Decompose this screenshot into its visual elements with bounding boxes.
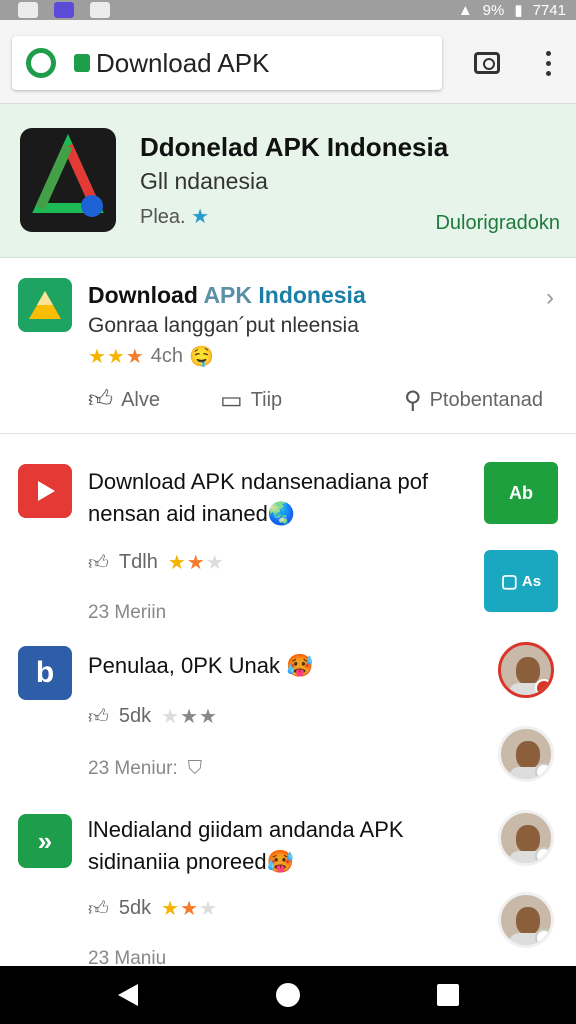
- back-icon[interactable]: [118, 984, 138, 1006]
- lock-icon: [74, 54, 90, 72]
- tile-label: Ab: [509, 482, 533, 503]
- hero-rating-text: Plea.: [140, 206, 186, 228]
- star-icon: ★: [191, 206, 210, 228]
- item-title: lNedialand giidam andanda APK sidinaniia…: [88, 817, 404, 874]
- featured-rating: ★★★ 4ch 🤤: [88, 344, 214, 369]
- thumbs-up-icon: 👍︎: [88, 386, 114, 413]
- featured-title-part3: Indonesia: [258, 282, 366, 308]
- avatar[interactable]: [498, 642, 554, 698]
- hero-card[interactable]: Ddonelad APK Indonesia Gll ndanesia Plea…: [0, 104, 576, 258]
- item-likes: Tdlh: [118, 551, 158, 573]
- item-likes: 5dk: [118, 897, 152, 919]
- tile-label: As: [521, 572, 542, 590]
- hero-rating: Plea. ★: [140, 204, 209, 229]
- double-chevron-icon: »: [37, 825, 53, 856]
- chat-tile-button[interactable]: ▢ As: [484, 550, 558, 612]
- battery-percent: 9%: [482, 1, 505, 19]
- avatar[interactable]: [498, 726, 554, 782]
- app-logo: [20, 128, 116, 232]
- emoji-icon: 🤤: [189, 346, 214, 368]
- url-text: Download APK: [96, 47, 270, 78]
- featured-title: Download APK Indonesia: [88, 282, 366, 309]
- item-meta: 👍︎ 5dk ★★★: [88, 704, 218, 729]
- battery-icon: ▮: [514, 2, 523, 19]
- signal-icon: ▲: [457, 1, 473, 19]
- hero-subtitle: Gll ndanesia: [140, 168, 268, 194]
- menu-button[interactable]: [531, 46, 565, 80]
- avatar[interactable]: [498, 892, 554, 948]
- app-notification-icon: [54, 2, 74, 18]
- status-bar: ▲ 9% ▮ 7741: [0, 0, 576, 20]
- camera-button[interactable]: [470, 46, 504, 80]
- thumbs-up-icon: 👍︎: [88, 705, 109, 728]
- featured-description: Gonraa langgan´put nleensia: [88, 314, 359, 337]
- share-action[interactable]: ⚲ Ptobentanad: [404, 386, 543, 415]
- avatar-face: [516, 657, 540, 685]
- like-action[interactable]: 👍︎ Alve: [88, 386, 160, 414]
- item-date-text: 23 Meniur:: [88, 758, 178, 779]
- item-title: Penulaa, 0PK Unak 🥵: [88, 653, 314, 678]
- verified-badge-icon: [535, 679, 551, 695]
- item-meta: 👍︎ 5dk ★★★: [88, 896, 218, 921]
- browser-toolbar: Download APK: [0, 20, 576, 104]
- arrow-app-icon: »: [18, 814, 72, 868]
- badge-icon: [535, 929, 551, 945]
- rating-stars: ★★★: [161, 898, 218, 920]
- like-label: Alve: [121, 388, 160, 411]
- comment-label: Tiip: [250, 389, 283, 411]
- shield-icon: ⛉: [187, 758, 203, 779]
- android-icon: [90, 2, 110, 18]
- drive-app-icon: [18, 278, 72, 332]
- pin-icon: ⚲: [404, 387, 422, 414]
- b-letter-icon: b: [35, 656, 55, 689]
- avatar-face: [516, 741, 540, 769]
- badge-icon: [535, 847, 551, 863]
- chevron-right-icon[interactable]: ›: [546, 284, 554, 312]
- rating-stars: ★★★: [88, 346, 145, 368]
- clock: 7741: [532, 1, 566, 19]
- notification-icon: [18, 2, 38, 18]
- rating-stars: ★★★: [167, 552, 225, 574]
- google-icon: [26, 48, 56, 78]
- item-date: 23 Meniur: ⛉: [88, 758, 202, 780]
- item-date: 23 Meriin: [88, 602, 167, 623]
- avatar[interactable]: [498, 810, 554, 866]
- thumbs-up-icon: 👍︎: [88, 551, 109, 574]
- system-nav-bar: [0, 966, 576, 1024]
- chat-icon: ▢: [500, 570, 518, 591]
- ab-tile-button[interactable]: Ab: [484, 462, 558, 524]
- b-app-icon: b: [18, 646, 72, 700]
- item-title: Download APK ndansenadiana pof nensan ai…: [88, 469, 429, 526]
- hero-title: Ddonelad APK Indonesia: [140, 132, 449, 162]
- featured-title-part1: Download: [88, 282, 198, 308]
- thumbs-up-icon: 👍︎: [88, 897, 109, 920]
- recents-icon[interactable]: [437, 984, 459, 1006]
- rating-stars: ★★★: [161, 706, 218, 728]
- home-icon[interactable]: [276, 983, 300, 1007]
- comment-icon: ▭: [220, 387, 243, 414]
- url-bar[interactable]: Download APK: [12, 36, 442, 90]
- featured-item[interactable]: Download APK Indonesia › Gonraa langgan´…: [0, 258, 576, 434]
- item-meta: 👍︎ Tdlh ★★★: [88, 550, 225, 575]
- featured-rating-text: 4ch: [150, 345, 184, 367]
- more-vert-icon: [545, 50, 551, 76]
- badge-icon: [535, 763, 551, 779]
- share-label: Ptobentanad: [429, 389, 544, 411]
- comment-action[interactable]: ▭ Tiip: [220, 386, 282, 415]
- play-app-icon: [18, 464, 72, 518]
- avatar-face: [516, 907, 540, 935]
- avatar-face: [516, 825, 540, 853]
- featured-title-part2: APK: [203, 282, 252, 308]
- camera-icon: [474, 52, 500, 74]
- item-likes: 5dk: [118, 705, 152, 727]
- hero-download-link[interactable]: Dulorigradokn: [435, 212, 560, 235]
